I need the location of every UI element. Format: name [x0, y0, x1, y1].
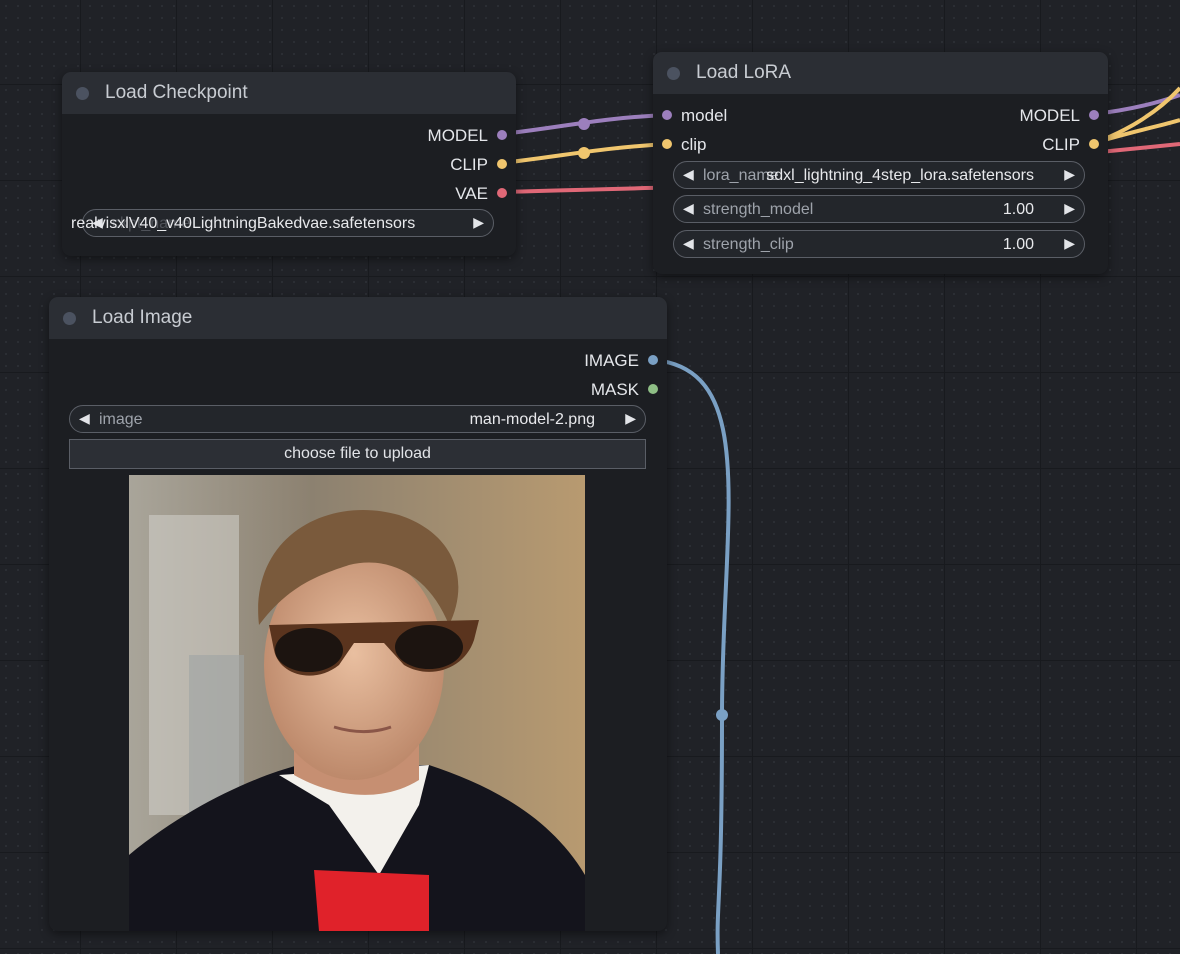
load-lora-header[interactable]: Load LoRA: [653, 52, 1108, 94]
left-arrow-icon[interactable]: ◀: [683, 200, 694, 217]
output-clip-dot-icon[interactable]: [1089, 139, 1099, 149]
left-arrow-icon[interactable]: ◀: [683, 235, 694, 252]
output-clip-dot-icon[interactable]: [497, 159, 507, 169]
input-clip-label: clip: [681, 135, 707, 154]
output-vae-dot-icon[interactable]: [497, 188, 507, 198]
load-image-node[interactable]: Load Image IMAGE MASK ◀ image man-model-…: [49, 297, 667, 931]
collapse-dot-icon[interactable]: [667, 67, 680, 80]
collapse-dot-icon[interactable]: [63, 312, 76, 325]
right-arrow-icon[interactable]: ▶: [1064, 166, 1075, 183]
widget-value: man-model-2.png: [469, 411, 595, 428]
right-arrow-icon[interactable]: ▶: [1064, 200, 1075, 217]
output-model-dot-icon[interactable]: [1089, 110, 1099, 120]
wire-clip-midpoint: [578, 147, 590, 159]
output-clip-label: CLIP: [450, 155, 488, 174]
left-arrow-icon[interactable]: ◀: [683, 166, 694, 183]
widget-value: realvisxlV40_v40LightningBakedvae.safete…: [71, 215, 416, 232]
load-lora-node[interactable]: Load LoRA model clip MODEL CLIP ◀ lora_n…: [653, 52, 1108, 274]
output-model-label: MODEL: [1019, 106, 1080, 125]
widget-label: strength_model: [703, 201, 814, 218]
load-checkpoint-node[interactable]: Load Checkpoint MODEL CLIP VAE ◀ ckpt_na…: [62, 72, 516, 256]
load-image-header[interactable]: Load Image: [49, 297, 667, 339]
left-arrow-icon[interactable]: ◀: [79, 410, 90, 427]
output-model-label: MODEL: [427, 126, 488, 145]
node-title: Load Image: [92, 307, 193, 328]
output-image-label: IMAGE: [584, 351, 639, 370]
wire-lora-vae-out: [1099, 142, 1180, 154]
input-clip-dot-icon[interactable]: [662, 139, 672, 149]
right-arrow-icon[interactable]: ▶: [1064, 235, 1075, 252]
widget-value: 1.00: [1002, 201, 1034, 218]
right-arrow-icon[interactable]: ▶: [625, 410, 636, 427]
choose-file-upload-button[interactable]: choose file to upload: [69, 439, 646, 469]
input-model-label: model: [681, 106, 728, 125]
image-preview: [129, 475, 585, 931]
wire-clip: [501, 142, 668, 165]
lora-name-combo[interactable]: ◀ lora_name sdxl_lightning_4step_lora.sa…: [673, 161, 1085, 189]
wire-model-midpoint: [578, 118, 590, 130]
output-vae-label: VAE: [455, 184, 488, 203]
ckpt-name-combo[interactable]: ◀ ckpt_name realvisxlV40_v40LightningBak…: [71, 209, 494, 237]
right-arrow-icon[interactable]: ▶: [473, 214, 484, 231]
node-title: Load LoRA: [696, 62, 792, 83]
portrait-photo: [129, 475, 585, 931]
widget-label: strength_clip: [703, 236, 794, 253]
wire-image-midpoint: [716, 709, 728, 721]
wire-model: [501, 113, 668, 136]
output-mask-label: MASK: [590, 380, 639, 399]
output-model-dot-icon[interactable]: [497, 130, 507, 140]
widget-value: sdxl_lightning_4step_lora.safetensors: [766, 167, 1034, 184]
node-title: Load Checkpoint: [105, 82, 248, 103]
image-combo[interactable]: ◀ image man-model-2.png ▶: [69, 405, 646, 433]
strength-clip-slider[interactable]: ◀ strength_clip 1.00 ▶: [673, 230, 1085, 258]
widget-label: image: [99, 411, 143, 428]
input-model-dot-icon[interactable]: [662, 110, 672, 120]
output-image-dot-icon[interactable]: [648, 355, 658, 365]
output-mask-dot-icon[interactable]: [648, 384, 658, 394]
widget-value: 1.00: [1002, 236, 1034, 253]
strength-model-slider[interactable]: ◀ strength_model 1.00 ▶: [673, 195, 1085, 223]
collapse-dot-icon[interactable]: [76, 87, 89, 100]
load-checkpoint-header[interactable]: Load Checkpoint: [62, 72, 516, 114]
output-clip-label: CLIP: [1042, 135, 1080, 154]
